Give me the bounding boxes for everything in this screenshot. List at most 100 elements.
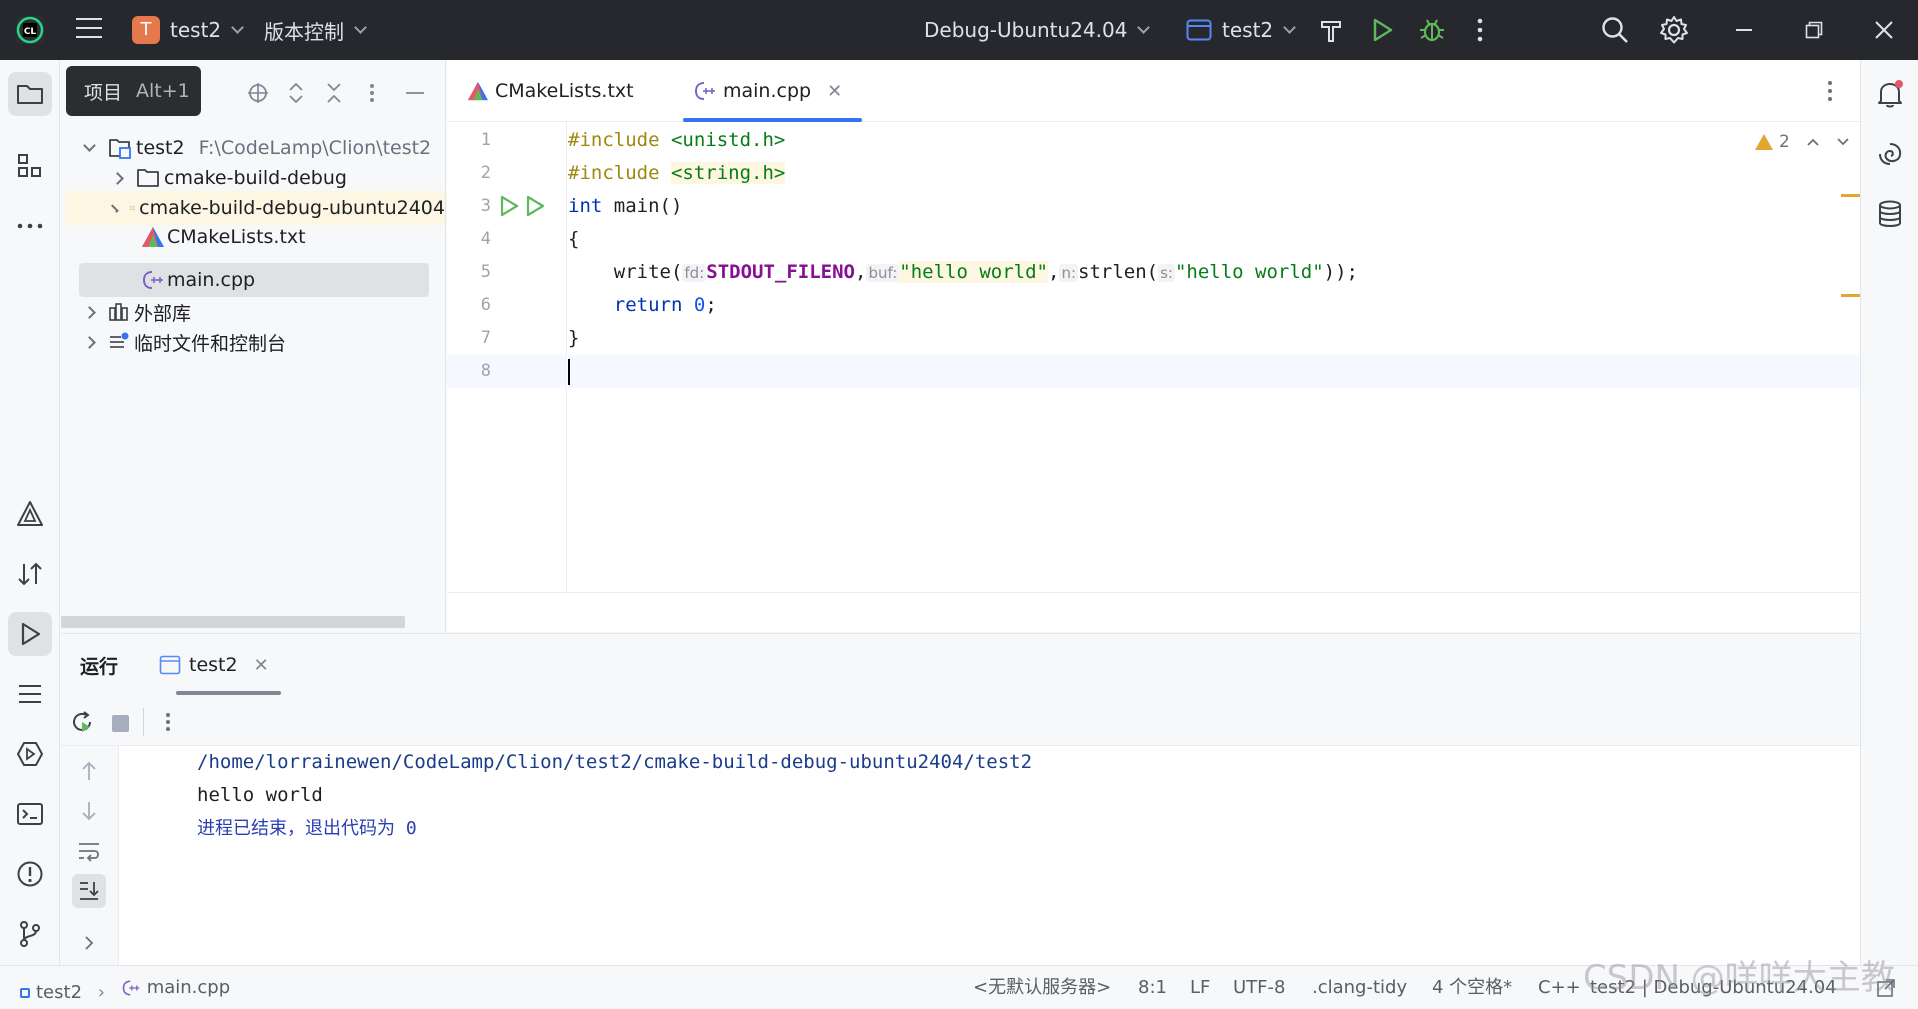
gutter-run-icon[interactable] <box>499 195 519 217</box>
folder-icon <box>137 169 159 187</box>
code-token: write( <box>613 261 683 283</box>
vcs-label: 版本控制 <box>264 19 344 44</box>
todo-tool-button[interactable] <box>8 672 52 716</box>
build-hammer-icon[interactable] <box>1318 17 1344 43</box>
run-tab-close-icon[interactable]: ✕ <box>254 655 269 676</box>
collapse-all-icon[interactable] <box>325 78 343 108</box>
tree-external-libraries[interactable]: 外部库 <box>83 295 192 329</box>
run-outline-icon <box>21 622 41 646</box>
horizontal-scrollbar[interactable] <box>61 616 405 628</box>
more-actions-icon[interactable] <box>1472 16 1488 44</box>
search-icon[interactable] <box>1600 15 1630 45</box>
chevron-up-icon[interactable] <box>1806 137 1820 147</box>
scroll-to-end-button[interactable] <box>72 874 106 908</box>
tree-item-label: 临时文件和控制台 <box>134 332 287 355</box>
vcs-menu[interactable]: 版本控制 <box>264 0 367 60</box>
line-number: 2 <box>480 163 491 183</box>
tree-item-label: main.cpp <box>167 269 256 291</box>
minimize-button[interactable] <box>1714 0 1774 60</box>
terminal-tool-button[interactable] <box>8 792 52 836</box>
cmake-tool-button[interactable] <box>8 492 52 536</box>
git-tool-button[interactable] <box>8 912 52 956</box>
ai-assistant-button[interactable] <box>1868 132 1912 176</box>
run-config-selector[interactable]: Debug-Ubuntu24.04 <box>924 0 1151 60</box>
code-token: main() <box>602 195 683 217</box>
problems-tool-button[interactable] <box>8 852 52 896</box>
line-separator[interactable]: LF <box>1190 966 1210 1009</box>
structure-tool-button[interactable] <box>8 144 52 188</box>
project-tool-button[interactable] <box>8 72 52 116</box>
tree-item-label: 外部库 <box>134 302 192 325</box>
inspection-widget[interactable]: 2 <box>1755 132 1850 152</box>
tree-scratches[interactable]: 临时文件和控制台 <box>83 325 287 359</box>
tab-cmakelists[interactable]: CMakeLists.txt <box>467 60 634 122</box>
project-switcher[interactable]: test2 <box>170 0 245 60</box>
module-square-icon <box>20 988 30 998</box>
chevron-right-icon[interactable] <box>82 934 96 952</box>
code-area[interactable]: #include <unistd.h> #include <string.h> … <box>568 122 1860 592</box>
editor-tabs: CMakeLists.txt main.cpp ✕ <box>447 60 1860 122</box>
locate-crosshair-icon[interactable] <box>246 78 270 108</box>
server-status[interactable]: <无默认服务器> <box>973 966 1111 1009</box>
breadcrumb-file[interactable]: main.cpp <box>121 966 230 1009</box>
tab-close-icon[interactable]: ✕ <box>827 81 842 102</box>
warning-stripe-marker[interactable] <box>1841 194 1860 197</box>
code-token: { <box>568 228 580 250</box>
more-actions-icon[interactable] <box>164 710 172 734</box>
database-button[interactable] <box>1868 192 1912 236</box>
line-number: 1 <box>480 130 491 150</box>
arrow-up-icon[interactable] <box>80 760 98 782</box>
tree-item-main-cpp[interactable]: main.cpp <box>79 263 429 297</box>
notifications-button[interactable] <box>1868 72 1912 116</box>
language-mode[interactable]: C++ <box>1538 966 1581 1009</box>
param-hint: n: <box>1059 264 1078 282</box>
chevron-right-icon <box>110 203 120 213</box>
project-badge[interactable]: T <box>132 16 160 44</box>
tab-main-cpp[interactable]: main.cpp ✕ <box>683 60 863 122</box>
cmake-file-icon <box>142 227 164 247</box>
run-tool-button[interactable] <box>8 612 52 656</box>
inspector-config[interactable]: .clang-tidy <box>1312 966 1407 1009</box>
expand-all-icon[interactable] <box>287 78 305 108</box>
clion-logo-icon[interactable]: CL <box>14 14 46 46</box>
rerun-icon[interactable] <box>70 710 94 734</box>
close-window-button[interactable] <box>1854 0 1914 60</box>
settings-gear-icon[interactable] <box>1659 15 1689 45</box>
hide-panel-icon[interactable] <box>404 78 426 108</box>
chevron-down-icon[interactable] <box>1836 137 1850 147</box>
debug-bug-icon[interactable] <box>1418 16 1446 44</box>
run-icon[interactable] <box>1370 17 1394 43</box>
cpp-file-icon <box>142 271 163 289</box>
indent-setting[interactable]: 4 个空格* <box>1432 966 1512 1009</box>
soft-wrap-icon[interactable] <box>76 840 102 862</box>
target-selector[interactable]: test2 <box>1186 0 1297 60</box>
code-token: #include <box>568 129 660 151</box>
tree-item-label: CMakeLists.txt <box>167 226 306 248</box>
code-line: #include <string.h> <box>568 157 1818 190</box>
warning-stripe-marker[interactable] <box>1841 294 1860 297</box>
watermark: CSDN @咩咩大主教 <box>1583 958 1895 998</box>
tree-root-test2[interactable]: test2 F:\CodeLamp\Clion\test2 <box>83 131 431 165</box>
arrow-down-icon[interactable] <box>80 800 98 822</box>
tree-item-cmake-build-debug[interactable]: cmake-build-debug <box>111 161 347 195</box>
more-tools-button[interactable] <box>8 204 52 248</box>
console-output[interactable]: /home/lorrainewen/CodeLamp/Clion/test2/c… <box>120 746 1860 966</box>
stop-icon[interactable] <box>112 715 129 732</box>
caret-position[interactable]: 8:1 <box>1138 966 1167 1009</box>
file-encoding[interactable]: UTF-8 <box>1233 966 1285 1009</box>
services-tool-button[interactable] <box>8 732 52 776</box>
gutter-run-icon[interactable] <box>525 195 545 217</box>
main-menu-icon[interactable] <box>76 18 102 42</box>
run-window-icon <box>159 655 181 675</box>
breadcrumb-separator-icon: › <box>97 982 105 1003</box>
run-panel: 运行 test2 ✕ /home/lorrainewen/CodeLamp/Cl… <box>61 633 1860 966</box>
commit-tool-button[interactable] <box>8 552 52 596</box>
line-number: 3 <box>480 196 491 216</box>
panel-options-icon[interactable] <box>367 78 377 108</box>
breadcrumb-project[interactable]: test2 <box>20 971 82 1009</box>
run-tab-test2[interactable]: test2 ✕ <box>159 634 269 696</box>
tab-options-icon[interactable] <box>1825 78 1835 104</box>
chevron-down-icon <box>83 139 96 152</box>
tree-item-cmakelists[interactable]: CMakeLists.txt <box>141 220 306 254</box>
restore-button[interactable] <box>1784 0 1844 60</box>
